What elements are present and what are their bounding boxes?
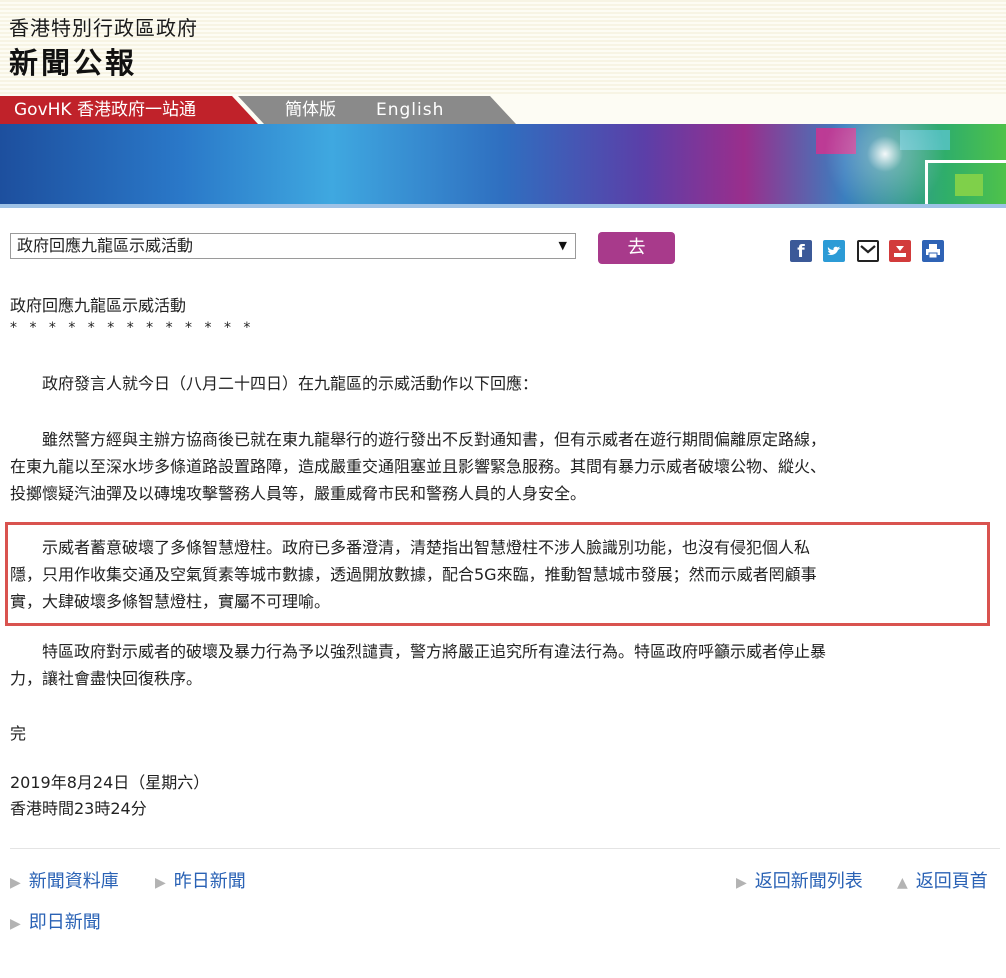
banner-decoration xyxy=(955,174,983,196)
article-title: 政府回應九龍區示威活動 xyxy=(10,296,187,315)
go-button[interactable]: 去 xyxy=(598,232,675,264)
english-link[interactable]: English xyxy=(376,96,444,124)
release-date: 2019年8月24日（星期六） xyxy=(10,773,210,792)
site-header: 香港特別行政區政府 新聞公報 xyxy=(0,0,1006,96)
back-to-list-label: 返回新聞列表 xyxy=(754,871,863,892)
today-news-label: 即日新聞 xyxy=(28,912,101,933)
highlight-box xyxy=(5,522,990,626)
release-time: 香港時間23時24分 xyxy=(10,799,147,818)
paragraph-line: 在東九龍以至深水埗多條道路設置路障，造成嚴重交通阻塞並且影響緊急服務。其間有暴力… xyxy=(10,457,827,476)
simplified-chinese-link[interactable]: 簡体版 xyxy=(285,96,336,124)
press-release-select[interactable]: 政府回應九龍區示威活動 ▼ xyxy=(10,233,576,259)
twitter-icon[interactable] xyxy=(823,240,845,262)
printer-glyph xyxy=(926,244,940,259)
email-icon[interactable] xyxy=(857,240,879,262)
news-archive-label: 新聞資料庫 xyxy=(28,871,119,892)
end-mark: 完 xyxy=(10,724,27,743)
play-arrow-icon: ▶ xyxy=(736,875,747,891)
govhk-link[interactable]: GovHK 香港政府一站通 xyxy=(0,96,258,124)
back-to-top-link[interactable]: ▲ 返回頁首 xyxy=(897,870,988,895)
play-arrow-icon: ▶ xyxy=(10,875,21,891)
facebook-icon[interactable]: f xyxy=(790,240,812,262)
print-icon[interactable] xyxy=(922,240,944,262)
top-navbar: GovHK 香港政府一站通 簡体版 English xyxy=(0,96,1006,124)
up-arrow-icon: ▲ xyxy=(897,875,908,891)
paragraph-line: 政府發言人就今日（八月二十四日）在九龍區的示威活動作以下回應： xyxy=(10,374,539,393)
paragraph-line: 投擲懷疑汽油彈及以磚塊攻擊警務人員等，嚴重威脅市民和警務人員的人身安全。 xyxy=(10,484,587,503)
bookmark-glyph xyxy=(894,246,906,257)
today-news-link[interactable]: ▶ 即日新聞 xyxy=(10,911,101,936)
banner-bottom-strip xyxy=(0,204,1006,208)
bookmark-icon[interactable] xyxy=(889,240,911,262)
header-banner xyxy=(0,124,1006,204)
back-to-top-label: 返回頁首 xyxy=(915,871,988,892)
back-to-list-link[interactable]: ▶ 返回新聞列表 xyxy=(736,870,863,895)
paragraph-line: 特區政府對示威者的破壞及暴力行為予以強烈譴責，警方將嚴正追究所有違法行為。特區政… xyxy=(10,642,827,661)
footer-divider xyxy=(10,848,1000,849)
select-value: 政府回應九龍區示威活動 xyxy=(17,236,194,255)
twitter-bird-glyph xyxy=(827,246,841,255)
site-title[interactable]: 新聞公報 xyxy=(9,40,137,82)
yesterday-news-link[interactable]: ▶ 昨日新聞 xyxy=(155,870,246,895)
play-arrow-icon: ▶ xyxy=(155,875,166,891)
paragraph-line: 雖然警方經與主辦方協商後已就在東九龍舉行的遊行發出不反對通知書，但有示威者在遊行… xyxy=(10,430,827,449)
yesterday-news-label: 昨日新聞 xyxy=(173,871,246,892)
news-archive-link[interactable]: ▶ 新聞資料庫 xyxy=(10,870,119,895)
envelope-glyph xyxy=(860,245,876,254)
paragraph-line: 力，讓社會盡快回復秩序。 xyxy=(10,669,203,688)
play-arrow-icon: ▶ xyxy=(10,916,21,932)
title-separator: * * * * * * * * * * * * * xyxy=(10,320,255,336)
press-release-page: 香港特別行政區政府 新聞公報 GovHK 香港政府一站通 簡体版 English… xyxy=(0,0,1006,978)
dropdown-arrow-icon: ▼ xyxy=(558,239,567,252)
org-name: 香港特別行政區政府 xyxy=(9,16,198,40)
